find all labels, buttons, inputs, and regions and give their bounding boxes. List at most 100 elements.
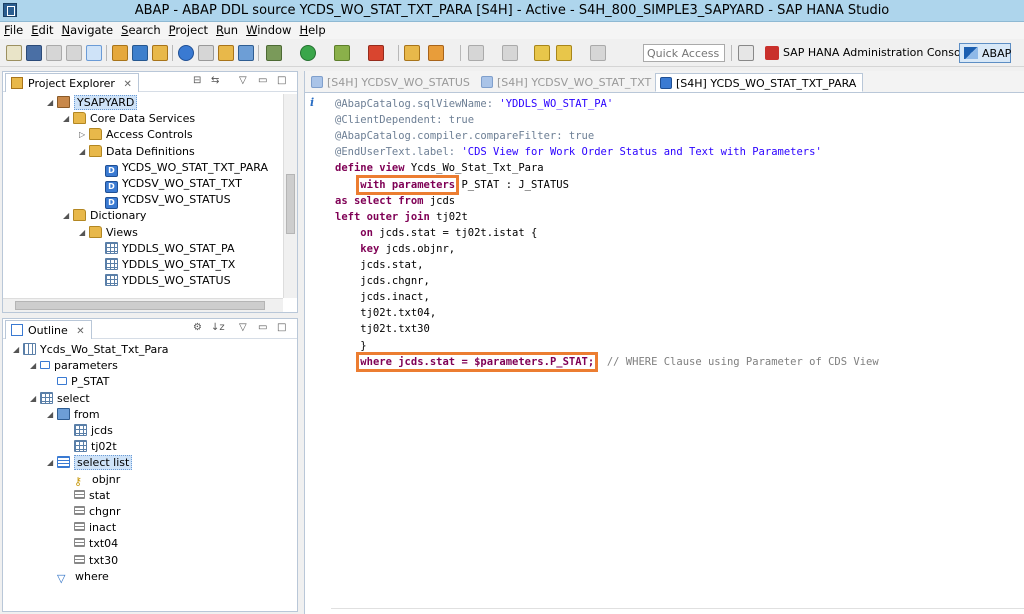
code-line[interactable]: } [335,338,366,354]
pen-icon[interactable] [428,45,444,61]
project-explorer-hscroll[interactable] [3,298,283,312]
view-menu-icon[interactable]: ▽ [239,322,247,333]
menu-file[interactable]: File [0,22,27,37]
expanded-twistie-icon[interactable]: ◢ [79,144,89,160]
scroll-thumb[interactable] [286,174,295,234]
open-object-icon[interactable] [112,45,128,61]
activate-all-icon[interactable] [152,45,168,61]
where-used-icon[interactable] [218,45,234,61]
open-folder-icon[interactable] [404,45,420,61]
code-line[interactable]: tj02t.txt30 [335,321,430,337]
menu-search[interactable]: Search [117,22,165,37]
outline-tab[interactable]: Outline ✕ [5,320,92,339]
expanded-twistie-icon[interactable]: ◢ [63,111,73,127]
menu-window[interactable]: Window [242,22,295,37]
last-edit-icon[interactable] [534,45,550,61]
external-tools-icon[interactable] [368,45,384,61]
menu-run[interactable]: Run [212,22,242,37]
sort-icon[interactable]: ↓z [211,322,225,333]
code-line[interactable]: with parameters P_STAT : J_STATUS [335,174,569,195]
open-perspective-icon[interactable] [738,45,754,61]
tree-node[interactable]: YDDLS_WO_STAT_TX [95,257,235,273]
code-line[interactable]: @AbapCatalog.compiler.compareFilter: tru… [335,128,594,144]
minimize-icon[interactable]: ▭ [258,322,267,333]
view-menu-icon[interactable]: ▽ [239,75,247,86]
tree-node[interactable]: chgnr [64,504,121,520]
menu-help[interactable]: Help [295,22,329,37]
code-line[interactable]: define view Ycds_Wo_Stat_Txt_Para [335,160,544,176]
tree-node[interactable]: ◢ YSAPYARD [47,95,138,111]
check-icon[interactable] [178,45,194,61]
code-line[interactable]: where jcds.stat = $parameters.P_STAT; //… [335,351,879,372]
tree-node[interactable]: P_STAT [47,374,109,390]
close-icon[interactable]: ✕ [76,326,84,337]
tree-node[interactable]: txt30 [64,553,118,569]
link-with-editor-icon[interactable]: ⇆ [211,75,219,86]
tree-node[interactable]: D YCDS_WO_STAT_TXT_PARA [95,160,268,177]
tree-node[interactable]: YDDLS_WO_STATUS [95,273,231,289]
menu-project[interactable]: Project [165,22,212,37]
tree-node[interactable]: objnr [64,472,120,488]
expanded-twistie-icon[interactable]: ◢ [63,208,73,224]
activate-icon[interactable] [132,45,148,61]
code-line[interactable]: @AbapCatalog.sqlViewName: 'YDDLS_WO_STAT… [335,96,613,112]
tree-node[interactable]: jcds [64,423,113,439]
tree-node[interactable]: tj02t [64,439,117,455]
code-line[interactable]: @ClientDependent: true [335,112,474,128]
tree-node[interactable]: ◢ Views [79,225,138,241]
minimize-icon[interactable]: ▭ [258,75,267,86]
collapse-all-icon[interactable]: ⊟ [193,75,201,86]
perspective-hana-admin[interactable]: SAP HANA Administration Console [763,44,971,62]
editor-tab-ycdsv-wo-status[interactable]: [S4H] YCDSV_WO_STATUS [307,73,476,92]
maximize-icon[interactable]: □ [277,322,286,333]
format-icon[interactable] [198,45,214,61]
expanded-twistie-icon[interactable]: ◢ [47,95,57,111]
link-editor-icon[interactable] [86,45,102,61]
tree-node[interactable]: ◢ Core Data Services [63,111,195,127]
code-line[interactable]: jcds.chgnr, [335,273,430,289]
expanded-twistie-icon[interactable]: ◢ [47,407,57,423]
code-line[interactable]: key jcds.objnr, [335,241,455,257]
tree-node[interactable]: YDDLS_WO_STAT_PA [95,241,235,257]
code-line[interactable]: on jcds.stat = tj02t.istat { [335,225,537,241]
tree-node[interactable]: ◢ select list [47,455,133,471]
expanded-twistie-icon[interactable]: ◢ [30,391,40,407]
code-line[interactable]: left outer join tj02t [335,209,468,225]
info-icon[interactable]: i [310,96,314,109]
code-line[interactable]: tj02t.txt04, [335,305,436,321]
tree-node[interactable]: ◢ select [30,391,90,407]
maximize-icon[interactable]: □ [277,75,286,86]
tree-node[interactable]: inact [64,520,116,536]
debug-icon[interactable] [266,45,282,61]
tree-node[interactable]: D YCDSV_WO_STATUS [95,192,231,210]
menu-edit[interactable]: Edit [27,22,57,37]
tree-node[interactable]: ◢ from [47,407,100,423]
back-icon[interactable] [556,45,572,61]
editor-tab-ycdsv-wo-stat-txt[interactable]: [S4H] YCDSV_WO_STAT_TXT [477,73,657,92]
code-area[interactable]: @AbapCatalog.sqlViewName: 'YDDLS_WO_STAT… [335,96,1024,614]
perspective-abap[interactable]: ABAP [959,43,1011,63]
code-line[interactable]: @EndUserText.label: 'CDS View for Work O… [335,144,822,160]
tree-node[interactable]: D YCDSV_WO_STAT_TXT [95,176,242,193]
run-icon[interactable] [300,45,316,61]
tree-node[interactable]: ▷ Access Controls [79,127,193,143]
project-explorer-tab[interactable]: Project Explorer ✕ [5,73,139,92]
forward-icon[interactable] [590,45,606,61]
collapsed-twistie-icon[interactable]: ▷ [79,127,89,143]
code-line[interactable]: as select from jcds [335,193,455,209]
new-icon[interactable] [6,45,22,61]
tree-node[interactable]: txt04 [64,536,118,552]
tree-node[interactable]: ◢ Data Definitions [79,144,195,160]
next-annotation-icon[interactable] [468,45,484,61]
filter-icon[interactable]: ⚙ [193,322,202,333]
save-all-icon[interactable] [46,45,62,61]
expanded-twistie-icon[interactable]: ◢ [47,455,57,471]
editor-tab-ycds-wo-stat-txt-para[interactable]: [S4H] YCDS_WO_STAT_TXT_PARA [655,73,864,92]
tree-node[interactable]: where [47,569,109,585]
tree-node[interactable]: ◢ Ycds_Wo_Stat_Txt_Para [13,342,168,358]
expanded-twistie-icon[interactable]: ◢ [30,358,40,374]
expanded-twistie-icon[interactable]: ◢ [13,342,23,358]
menu-navigate[interactable]: Navigate [58,22,118,37]
code-line[interactable]: jcds.inact, [335,289,430,305]
prev-annotation-icon[interactable] [502,45,518,61]
